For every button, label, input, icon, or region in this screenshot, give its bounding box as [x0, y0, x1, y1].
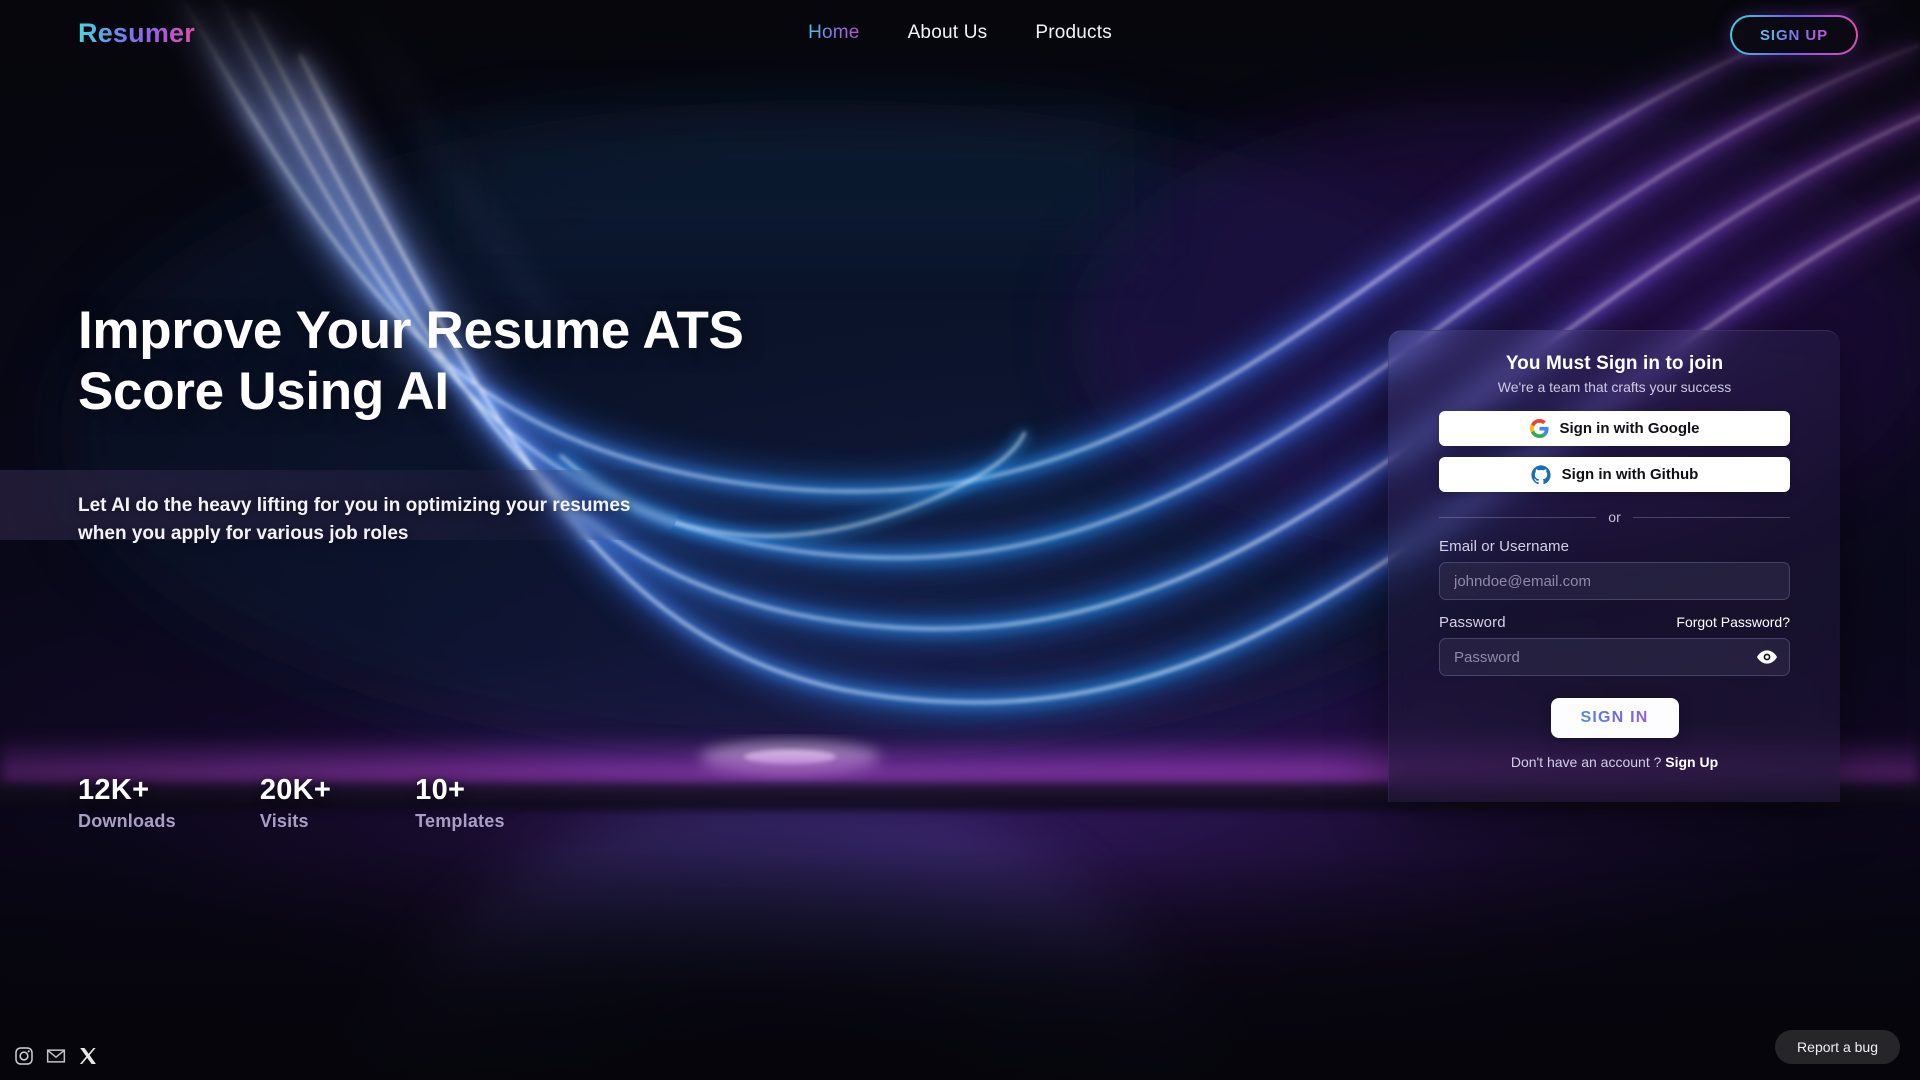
toggle-password-visibility-button[interactable] [1756, 646, 1778, 668]
password-field-label: Password [1439, 614, 1506, 631]
email-icon[interactable] [46, 1046, 66, 1066]
hero-title-line-1: Improve Your Resume ATS [78, 301, 744, 360]
stat-visits: 20K+ Visits [259, 774, 332, 832]
hero-subtitle-line-1: Let AI do the heavy lifting for you in o… [78, 495, 631, 516]
eye-icon [1757, 650, 1777, 664]
signup-prompt-text: Don't have an account ? [1510, 754, 1662, 770]
nav-links: Home About Us Products [808, 22, 1112, 44]
report-a-bug-label: Report a bug [1797, 1039, 1878, 1055]
signup-prompt: Don't have an account ? Sign Up [1439, 754, 1790, 770]
hero-title: Improve Your Resume ATS Score Using AI [78, 300, 838, 423]
password-input[interactable] [1439, 638, 1790, 676]
top-navbar: Resumer Home About Us Products SIGN UP [0, 0, 1920, 70]
password-input-wrap [1439, 638, 1790, 676]
github-signin-label: Sign in with Github [1561, 466, 1699, 483]
signin-card-title: You Must Sign in to join [1505, 353, 1724, 374]
hero-title-line-2: Score Using AI [78, 362, 449, 422]
divider-or: or [1439, 509, 1791, 525]
stats-row: 12K+ Downloads 20K+ Visits 10+ Templates [78, 774, 505, 832]
github-icon [1531, 464, 1551, 484]
bottom-fade-overlay [0, 850, 1920, 1080]
signin-card-subtitle: We're a team that crafts your success [1497, 379, 1732, 395]
signin-submit-label: SIGN IN [1580, 709, 1649, 726]
landing-page: Resumer Home About Us Products SIGN UP I… [0, 0, 1920, 1080]
signin-submit-button[interactable]: SIGN IN [1550, 698, 1679, 738]
stat-visits-label: Visits [259, 810, 309, 831]
nav-link-products[interactable]: Products [1035, 22, 1112, 44]
x-twitter-icon[interactable] [78, 1046, 98, 1066]
hero-subtitle-line-2: when you apply for various job roles [78, 522, 409, 544]
google-signin-label: Sign in with Google [1559, 420, 1700, 437]
hero-section: Improve Your Resume ATS Score Using AI [78, 300, 838, 423]
stat-templates-label: Templates [415, 810, 505, 831]
hero-subtitle: Let AI do the heavy lifting for you in o… [78, 492, 718, 547]
nav-link-about-us[interactable]: About Us [908, 22, 988, 44]
divider-line-right [1632, 516, 1791, 518]
google-icon [1529, 419, 1549, 438]
email-field-label: Email or Username [1439, 538, 1570, 555]
forgot-password-link[interactable]: Forgot Password? [1676, 614, 1790, 630]
email-input-wrap [1439, 562, 1790, 600]
github-signin-button[interactable]: Sign in with Github [1439, 457, 1790, 492]
divider-line-left [1439, 516, 1597, 518]
stat-templates-value: 10+ [415, 774, 466, 806]
instagram-icon[interactable] [14, 1046, 34, 1066]
google-signin-button[interactable]: Sign in with Google [1439, 411, 1790, 446]
nav-link-home[interactable]: Home [808, 22, 859, 44]
stat-templates: 10+ Templates [415, 774, 505, 832]
password-label-row: Password Forgot Password? [1439, 614, 1790, 631]
divider-label: or [1608, 509, 1621, 525]
brand-logo[interactable]: Resumer [78, 18, 195, 49]
report-a-bug-button[interactable]: Report a bug [1775, 1030, 1900, 1064]
signup-button-inner: SIGN UP [1732, 17, 1856, 53]
signup-button[interactable]: SIGN UP [1730, 15, 1858, 55]
stat-downloads: 12K+ Downloads [78, 774, 176, 832]
stat-visits-value: 20K+ [259, 774, 332, 806]
stat-downloads-value: 12K+ [78, 774, 150, 806]
signin-card: You Must Sign in to join We're a team th… [1388, 330, 1840, 802]
email-input[interactable] [1439, 562, 1790, 600]
stat-downloads-label: Downloads [78, 810, 176, 831]
social-links [14, 1046, 98, 1066]
signup-prompt-link[interactable]: Sign Up [1665, 754, 1718, 770]
signup-button-label: SIGN UP [1760, 26, 1828, 44]
